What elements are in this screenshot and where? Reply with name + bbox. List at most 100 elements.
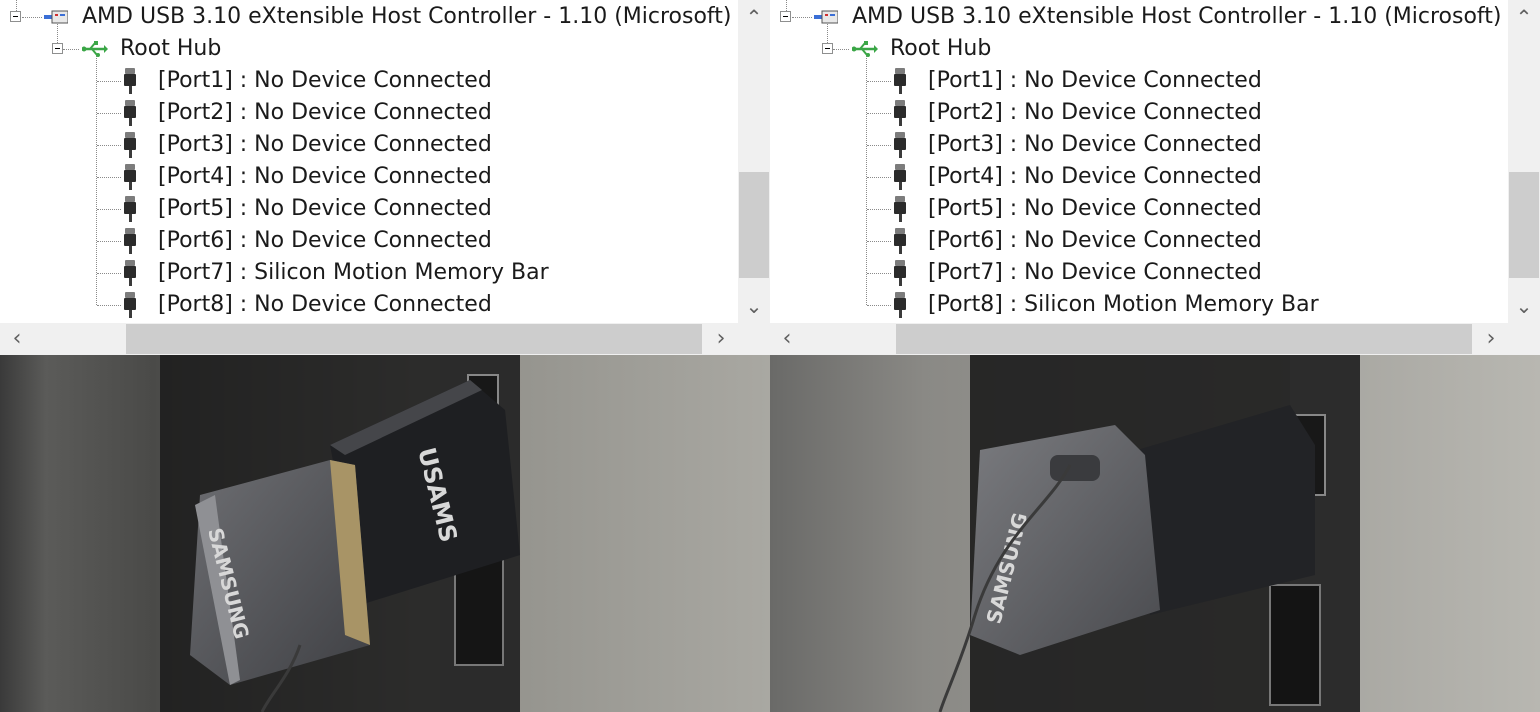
chevron-up-icon[interactable]: ⌃ [1508,0,1540,34]
port-label: [Port4] : No Device Connected [928,164,1262,189]
tree-connector [867,241,891,242]
tree-item-port6[interactable]: [Port6] : No Device Connected [928,225,1262,257]
usb-port-icon [124,196,136,222]
usb-port-icon [894,260,906,286]
chevron-up-icon[interactable]: ⌃ [738,0,770,34]
chevron-right-icon[interactable]: › [1474,323,1508,355]
port-label: [Port7] : Silicon Motion Memory Bar [158,260,549,285]
horizontal-scrollbar[interactable]: ‹ › [0,323,738,355]
usb-port-icon [124,228,136,254]
port-label: [Port2] : No Device Connected [158,100,492,125]
usb-port-icon [124,132,136,158]
port-label: [Port6] : No Device Connected [928,228,1262,253]
left-panel: AMD USB 3.10 eXtensible Host Controller … [0,0,770,712]
scrollbar-corner [738,323,770,355]
usb-port-icon [894,196,906,222]
tree-connector [97,81,121,82]
tree-connector [867,113,891,114]
tree-item-port8[interactable]: [Port8] : No Device Connected [158,289,492,321]
port-label: [Port7] : No Device Connected [928,260,1262,285]
usb-port-icon [124,260,136,286]
tree-item-port5[interactable]: [Port5] : No Device Connected [158,193,492,225]
tree-connector [97,241,121,242]
scrollbar-thumb[interactable] [896,324,1472,354]
photo-usb-drive-with-extension: USAMS SAMSUNG [0,355,770,712]
scrollbar-thumb[interactable] [1509,172,1539,278]
tree-connector [866,56,867,305]
tree-connector [97,145,121,146]
usb-controller-icon [44,10,68,24]
tree-connector [22,17,42,18]
tree-item-controller[interactable]: AMD USB 3.10 eXtensible Host Controller … [852,1,1501,33]
tree-connector [867,209,891,210]
vertical-scrollbar[interactable]: ⌃ ⌄ [1508,0,1540,323]
chevron-down-icon[interactable]: ⌄ [738,289,770,323]
tree-item-port3[interactable]: [Port3] : No Device Connected [928,129,1262,161]
port-label: [Port5] : No Device Connected [928,196,1262,221]
usb-tree-view[interactable]: AMD USB 3.10 eXtensible Host Controller … [0,0,738,323]
horizontal-scrollbar[interactable]: ‹ › [770,323,1508,355]
tree-connector [792,17,812,18]
tree-connector [97,209,121,210]
vertical-scrollbar[interactable]: ⌃ ⌄ [738,0,770,323]
port-label: [Port1] : No Device Connected [928,68,1262,93]
port-label: [Port2] : No Device Connected [928,100,1262,125]
port-label: [Port8] : Silicon Motion Memory Bar [928,292,1319,317]
tree-connector [96,56,97,305]
photo-usb-drive-direct: SAMSUNG [770,355,1540,712]
chevron-down-icon[interactable]: ⌄ [1508,289,1540,323]
tree-item-port5[interactable]: [Port5] : No Device Connected [928,193,1262,225]
port-label: [Port6] : No Device Connected [158,228,492,253]
tree-item-port7[interactable]: [Port7] : No Device Connected [928,257,1262,289]
tree-connector [867,305,891,306]
tree-connector [867,145,891,146]
chevron-right-icon[interactable]: › [704,323,738,355]
collapse-minus-icon[interactable] [822,43,833,54]
controller-label: AMD USB 3.10 eXtensible Host Controller … [852,4,1502,29]
tree-item-port2[interactable]: [Port2] : No Device Connected [158,97,492,129]
usb-port-icon [894,100,906,126]
usb-hub-icon [852,41,878,57]
usb-port-icon [124,68,136,94]
tree-item-port2[interactable]: [Port2] : No Device Connected [928,97,1262,129]
scrollbar-thumb[interactable] [739,172,769,278]
tree-connector [97,177,121,178]
usb-port-icon [124,292,136,318]
collapse-minus-icon[interactable] [10,11,21,22]
hub-label: Root Hub [890,36,992,61]
tree-item-port8[interactable]: [Port8] : Silicon Motion Memory Bar [928,289,1319,321]
usb-hub-icon [82,41,108,57]
port-label: [Port4] : No Device Connected [158,164,492,189]
scrollbar-thumb[interactable] [126,324,702,354]
chevron-left-icon[interactable]: ‹ [0,323,34,355]
usb-port-icon [894,164,906,190]
usb-tree-view[interactable]: AMD USB 3.10 eXtensible Host Controller … [770,0,1508,323]
collapse-minus-icon[interactable] [52,43,63,54]
port-label: [Port3] : No Device Connected [928,132,1262,157]
usb-port-icon [894,68,906,94]
controller-label: AMD USB 3.10 eXtensible Host Controller … [82,4,732,29]
tree-connector [97,273,121,274]
tree-item-port4[interactable]: [Port4] : No Device Connected [158,161,492,193]
tree-item-port7[interactable]: [Port7] : Silicon Motion Memory Bar [158,257,549,289]
tree-item-root-hub[interactable]: Root Hub [890,33,991,65]
chevron-left-icon[interactable]: ‹ [770,323,804,355]
usb-port-icon [894,132,906,158]
right-panel: AMD USB 3.10 eXtensible Host Controller … [770,0,1540,712]
collapse-minus-icon[interactable] [780,11,791,22]
hub-label: Root Hub [120,36,222,61]
tree-item-controller[interactable]: AMD USB 3.10 eXtensible Host Controller … [82,1,731,33]
usb-port-icon [894,228,906,254]
tree-item-port1[interactable]: [Port1] : No Device Connected [928,65,1262,97]
tree-connector [867,273,891,274]
tree-item-port1[interactable]: [Port1] : No Device Connected [158,65,492,97]
usb-port-icon [894,292,906,318]
usb-port-icon [124,164,136,190]
tree-item-port4[interactable]: [Port4] : No Device Connected [928,161,1262,193]
tree-item-port6[interactable]: [Port6] : No Device Connected [158,225,492,257]
usb-port-icon [124,100,136,126]
tree-item-root-hub[interactable]: Root Hub [120,33,221,65]
tree-connector [63,49,79,50]
tree-item-port3[interactable]: [Port3] : No Device Connected [158,129,492,161]
port-label: [Port8] : No Device Connected [158,292,492,317]
